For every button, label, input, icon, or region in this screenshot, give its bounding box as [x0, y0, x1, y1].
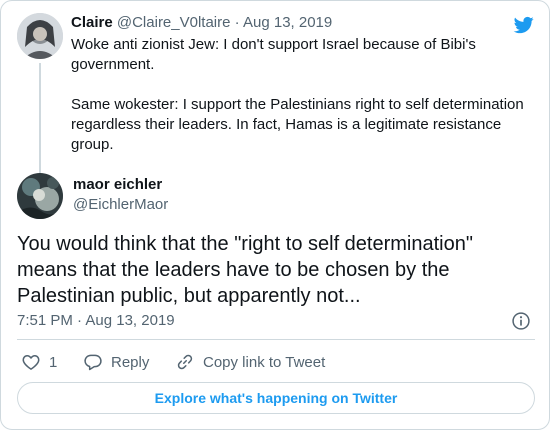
author-name[interactable]: maor eichler	[73, 176, 162, 193]
heart-icon	[22, 355, 40, 370]
divider	[17, 339, 535, 340]
parent-tweet-header: Claire @Claire_V0ltaire · Aug 13, 2019	[71, 13, 332, 33]
tweet-date: Aug 13, 2019	[85, 312, 175, 329]
like-button[interactable]: 1	[21, 350, 57, 374]
separator-dot: ·	[234, 14, 240, 31]
parent-paragraph-2: Same wokester: I support the Palestinian…	[71, 96, 524, 153]
thread-connector-line	[39, 63, 41, 173]
copy-link-button[interactable]: Copy link to Tweet	[175, 350, 325, 374]
avatar[interactable]	[17, 13, 63, 59]
like-count: 1	[49, 353, 58, 371]
author-handle[interactable]: @EichlerMaor	[73, 196, 168, 213]
separator-dot: ·	[77, 312, 83, 329]
reply-label: Reply	[111, 353, 150, 371]
tweet-time: 7:51 PM	[17, 312, 73, 329]
avatar[interactable]	[17, 173, 63, 219]
tweet-timestamp[interactable]: 7:51 PM · Aug 13, 2019	[17, 312, 175, 329]
tweet-date[interactable]: Aug 13, 2019	[243, 14, 332, 31]
embedded-tweet-card: Claire @Claire_V0ltaire · Aug 13, 2019 W…	[0, 0, 550, 430]
author-name[interactable]: Claire	[71, 14, 113, 31]
author-handle[interactable]: @Claire_V0ltaire	[117, 14, 231, 31]
explore-twitter-button[interactable]: Explore what's happening on Twitter	[17, 382, 535, 414]
info-icon[interactable]	[511, 311, 531, 331]
twitter-bird-icon[interactable]	[513, 15, 535, 35]
parent-paragraph-1: Woke anti zionist Jew: I don't support I…	[71, 36, 476, 73]
reply-button[interactable]: Reply	[83, 350, 149, 374]
reply-icon	[84, 354, 102, 371]
copy-link-label: Copy link to Tweet	[203, 353, 326, 371]
main-tweet-author: maor eichler @EichlerMaor	[17, 173, 517, 219]
main-tweet-text: You would think that the "right to self …	[17, 233, 473, 307]
link-icon	[177, 354, 193, 370]
parent-tweet-text: Woke anti zionist Jew: I don't support I…	[71, 35, 531, 155]
